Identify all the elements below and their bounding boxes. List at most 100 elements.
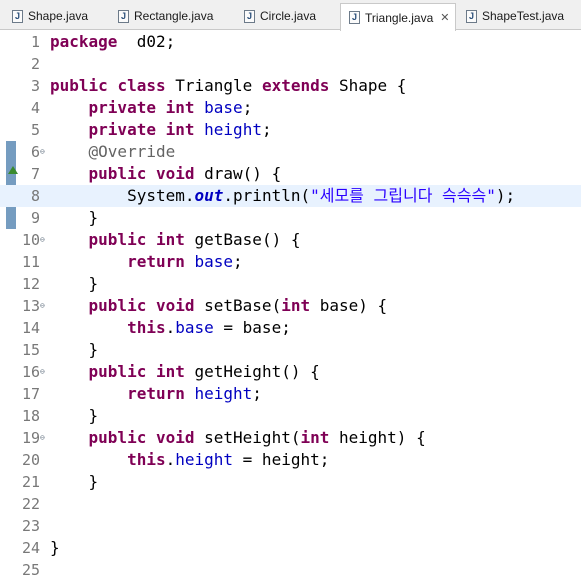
code-token: ; <box>242 98 253 117</box>
line-number: 20 <box>21 451 40 469</box>
code-token: } <box>50 274 99 293</box>
code-token: height <box>175 450 234 469</box>
code-line[interactable]: 12 } <box>0 273 581 295</box>
code-token: height <box>204 120 262 139</box>
code-editor[interactable]: 1 package d02; 2 3 public class Triangle ext… <box>0 31 581 579</box>
code-token: . <box>165 450 176 469</box>
code-token: Triangle <box>165 76 262 95</box>
fold-toggle-icon[interactable]: ⊖ <box>40 229 45 251</box>
tab-shapetest-java[interactable]: J ShapeTest.java <box>458 3 578 29</box>
code-text: this.base = base; <box>50 317 291 339</box>
code-line[interactable]: 13 ⊖ public void setBase(int base) { <box>0 295 581 317</box>
code-line[interactable]: 2 <box>0 53 581 75</box>
code-text: } <box>50 471 99 493</box>
code-line[interactable]: 22 <box>0 493 581 515</box>
code-token: public <box>88 296 147 315</box>
fold-toggle-icon[interactable]: ⊖ <box>40 427 45 449</box>
line-number: 8 <box>30 187 40 205</box>
code-line[interactable]: 7 public void draw() { <box>0 163 581 185</box>
tab-shape-java[interactable]: J Shape.java <box>4 3 108 29</box>
code-token: ; <box>252 384 262 403</box>
code-text: public int getHeight() { <box>50 361 320 383</box>
line-number: 3 <box>30 77 40 95</box>
code-line[interactable]: 19 ⊖ public void setHeight(int height) { <box>0 427 581 449</box>
line-number: 10 <box>21 231 40 249</box>
line-number: 14 <box>21 319 40 337</box>
code-token: height <box>194 384 253 403</box>
fold-toggle-icon[interactable]: ⊖ <box>40 295 45 317</box>
code-line[interactable]: 15 } <box>0 339 581 361</box>
line-number: 16 <box>21 363 40 381</box>
line-number: 21 <box>21 473 40 491</box>
tab-rectangle-java[interactable]: J Rectangle.java <box>110 3 234 29</box>
code-token: public <box>88 164 147 183</box>
code-text: public void setBase(int base) { <box>50 295 388 317</box>
code-token: public <box>88 428 147 447</box>
code-line[interactable]: 21 } <box>0 471 581 493</box>
code-token: int <box>300 428 330 447</box>
line-number: 22 <box>21 495 40 513</box>
java-file-icon: J <box>466 9 477 23</box>
code-line[interactable]: 17 return height; <box>0 383 581 405</box>
fold-toggle-icon[interactable]: ⊖ <box>40 361 45 383</box>
code-line[interactable]: 3 public class Triangle extends Shape { <box>0 75 581 97</box>
code-token: void <box>155 428 195 447</box>
tab-label: Shape.java <box>28 9 89 23</box>
code-line[interactable]: 6 ⊖ @Override <box>0 141 581 163</box>
code-line[interactable]: 10 ⊖ public int getBase() { <box>0 229 581 251</box>
code-token: out <box>194 186 224 205</box>
code-token: public <box>88 230 147 249</box>
code-line[interactable]: 11 return base; <box>0 251 581 273</box>
code-token: draw() { <box>194 164 282 183</box>
code-line[interactable]: 16 ⊖ public int getHeight() { <box>0 361 581 383</box>
code-token: } <box>50 406 99 425</box>
java-file-icon: J <box>118 9 129 23</box>
editor-tab-bar: J Shape.java J Rectangle.java J Circle.j… <box>0 0 581 31</box>
code-token: return <box>127 252 185 271</box>
line-number: 24 <box>21 539 40 557</box>
line-number: 18 <box>21 407 40 425</box>
code-token: } <box>50 538 60 557</box>
line-number: 5 <box>30 121 40 139</box>
code-token: public <box>88 362 147 381</box>
code-line[interactable]: 24} <box>0 537 581 559</box>
code-line[interactable]: 23 <box>0 515 581 537</box>
code-text: public void draw() { <box>50 163 282 185</box>
code-token: = height; <box>233 450 330 469</box>
code-text: this.height = height; <box>50 449 329 471</box>
code-line[interactable]: 25 <box>0 559 581 581</box>
code-line[interactable]: 1 package d02; <box>0 31 581 53</box>
tab-label: Triangle.java <box>365 10 434 25</box>
code-text: } <box>50 339 99 361</box>
code-token: public <box>50 76 108 95</box>
line-number: 2 <box>30 55 40 73</box>
code-text: } <box>50 405 99 427</box>
code-token: ; <box>233 252 243 271</box>
code-line[interactable]: 5 private int height; <box>0 119 581 141</box>
line-number: 19 <box>21 429 40 447</box>
code-text: return base; <box>50 251 243 273</box>
fold-toggle-icon[interactable]: ⊖ <box>40 141 45 163</box>
code-token: this <box>127 318 166 337</box>
code-text: public class Triangle extends Shape { <box>50 75 406 97</box>
code-token: int <box>165 120 195 139</box>
code-line[interactable]: 18 } <box>0 405 581 427</box>
java-file-icon: J <box>244 9 255 23</box>
code-line[interactable]: 14 this.base = base; <box>0 317 581 339</box>
line-number: 17 <box>21 385 40 403</box>
tab-circle-java[interactable]: J Circle.java <box>236 3 340 29</box>
close-tab-icon[interactable]: ✕ <box>440 11 449 24</box>
code-token: return <box>127 384 185 403</box>
code-line[interactable]: 4 private int base; <box>0 97 581 119</box>
code-line[interactable]: 9 } <box>0 207 581 229</box>
code-line[interactable]: 20 this.height = height; <box>0 449 581 471</box>
tab-triangle-java[interactable]: J Triangle.java ✕ <box>340 3 456 31</box>
code-line[interactable]: 8 System.out.println("세모를 그립니다 슥슥슥"); <box>0 185 581 207</box>
